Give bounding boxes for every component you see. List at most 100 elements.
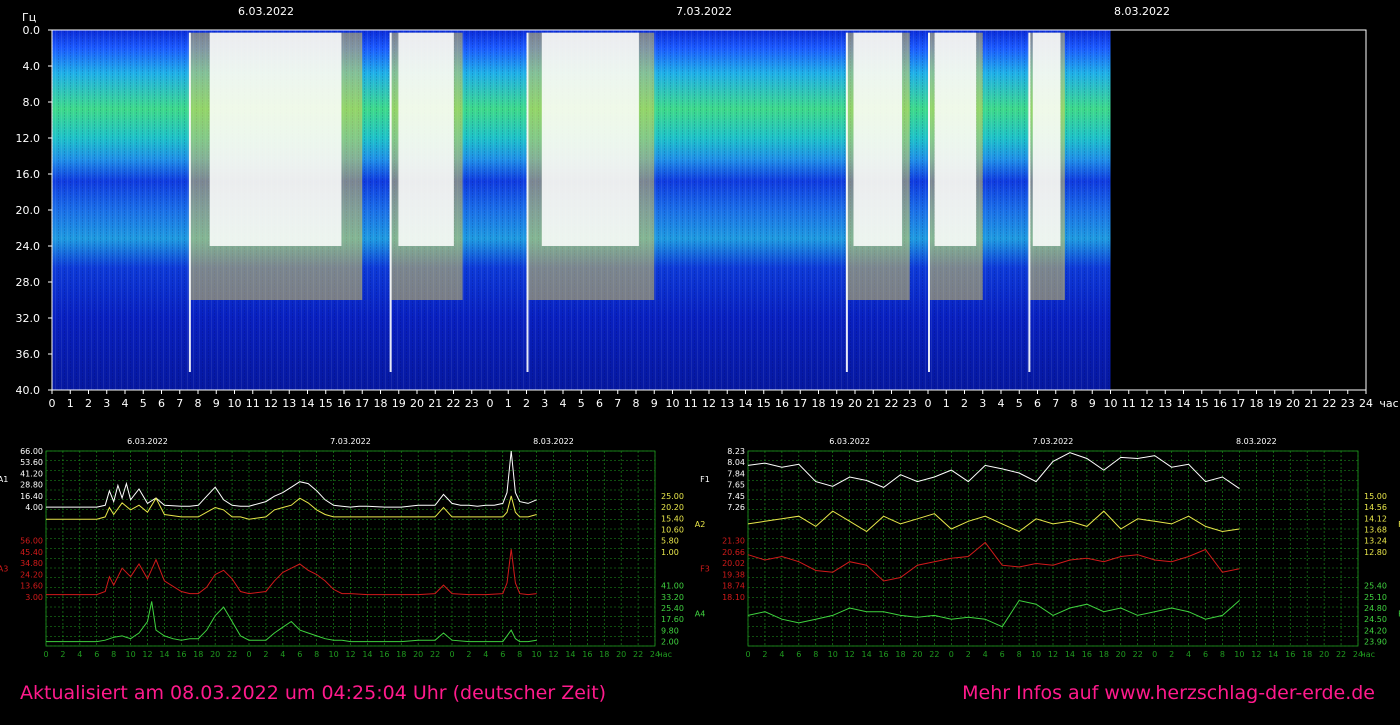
x-tick-label: 14 [159,650,169,659]
date-label: 8.03.2022 [1236,437,1277,446]
x-tick-label: 16 [176,650,186,659]
x-tick-label: 18 [1302,650,1312,659]
x-tick-label: 0 [49,397,56,410]
x-tick-label: 4 [1186,650,1191,659]
x-tick-label: 4 [77,650,82,659]
date-label: 6.03.2022 [127,437,168,446]
x-tick-label: 6 [796,650,801,659]
y-tick-label: 32.0 [16,312,41,325]
series-label: F3 [700,565,710,574]
spectrogram: Гц0.0 4.0 8.0 12.0 16.0 20.0 24.0 28.0 32.0 36.0 4… [16,5,1399,410]
series-label: A1 [0,475,8,484]
y-tick-label: 13.60 [20,582,43,591]
y-tick-label: 16.0 [16,168,41,181]
info-link[interactable]: Mehr Infos auf www.herzschlag-der-erde.d… [962,682,1375,704]
x-tick-label: 21 [866,397,880,410]
x-tick-label: 18 [374,397,388,410]
x-tick-label: 12 [548,650,558,659]
date-label: 7.03.2022 [676,5,732,18]
x-tick-label: 16 [878,650,888,659]
x-tick-label: 8 [517,650,522,659]
y-tick-label: 16.40 [20,492,43,501]
spectrogram-spike [1028,32,1031,372]
x-tick-label: 2 [966,650,971,659]
x-tick-label: 23 [903,397,917,410]
x-tick-label: 4 [998,397,1005,410]
spectrogram-band-core [541,32,639,247]
y-tick-label: 1.00 [661,548,679,557]
x-tick-label: 10 [228,397,242,410]
x-tick-label: 2 [263,650,268,659]
x-tick-label: 14 [1065,650,1075,659]
x-tick-label: 12 [1140,397,1154,410]
spectrogram-band-core [934,32,977,247]
x-tick-label: 10 [1104,397,1118,410]
y-tick-label: 15.40 [661,514,684,523]
y-tick-label: 9.80 [661,626,679,635]
x-tick-label: 17 [355,397,369,410]
x-tick-label: 16 [379,650,389,659]
x-tick-label: 7 [176,397,183,410]
x-tick-label: 12 [345,650,355,659]
y-tick-label: 13.68 [1364,525,1387,534]
x-tick-label: 2 [1169,650,1174,659]
y-tick-label: 25.00 [661,492,684,501]
y-tick-label: 10.60 [661,525,684,534]
y-tick-label: 24.0 [16,240,41,253]
x-tick-label: 14 [862,650,872,659]
x-tick-label: 19 [392,397,406,410]
x-tick-label: 0 [487,397,494,410]
x-tick-label: 20 [616,650,626,659]
x-tick-label: 6 [158,397,165,410]
x-tick-label: 5 [140,397,147,410]
x-tick-label: 18 [812,397,826,410]
series-label: A2 [695,520,706,529]
y-tick-label: 34.80 [20,559,43,568]
x-tick-label: 8 [1071,397,1078,410]
y-tick-label: 18.10 [722,593,745,602]
x-tick-label: 6 [596,397,603,410]
spectrogram-spike [526,32,529,372]
y-tick-label: 24.20 [20,570,43,579]
x-tick-label: 5 [578,397,585,410]
y-tick-label: 7.65 [727,481,745,490]
x-tick-label: 10 [328,650,338,659]
y-tick-label: 4.0 [23,60,41,73]
x-tick-label: 0 [1152,650,1157,659]
y-tick-label: 25.40 [661,604,684,613]
date-label: 6.03.2022 [238,5,294,18]
update-timestamp: Aktualisiert am 08.03.2022 um 04:25:04 U… [20,682,607,704]
x-tick-label: 6 [297,650,302,659]
x-tick-label: 14 [1177,397,1191,410]
x-tick-label: 8 [633,397,640,410]
y-tick-label: 18.74 [722,582,745,591]
x-tick-label: 19 [830,397,844,410]
x-tick-label: 22 [885,397,899,410]
y-tick-label: 25.40 [1364,582,1387,591]
x-tick-label: 16 [582,650,592,659]
x-tick-label: 9 [651,397,658,410]
x-tick-label: 22 [227,650,237,659]
spectrogram-band-core [1032,32,1061,247]
y-tick-label: 40.0 [16,384,41,397]
x-tick-label: 20 [1286,397,1300,410]
spectrogram-spike [389,32,392,372]
x-tick-label: 16 [775,397,789,410]
spectrogram-spike [845,32,848,372]
x-tick-label: 8 [1220,650,1225,659]
series-label: F1 [700,475,710,484]
x-tick-label: 6 [1203,650,1208,659]
x-tick-label: 2 [60,650,65,659]
x-tick-label: 10 [828,650,838,659]
x-tick-label: 22 [1133,650,1143,659]
y-tick-label: 24.20 [1364,626,1387,635]
y-tick-label: 24.50 [1364,615,1387,624]
x-tick-label: 17 [793,397,807,410]
x-tick-label: 11 [246,397,260,410]
y-tick-label: 24.80 [1364,604,1387,613]
x-tick-label: 16 [1285,650,1295,659]
x-tick-label: 2 [523,397,530,410]
x-tick-label: 12 [264,397,278,410]
x-tick-label: 22 [430,650,440,659]
x-tick-label: 20 [1116,650,1126,659]
